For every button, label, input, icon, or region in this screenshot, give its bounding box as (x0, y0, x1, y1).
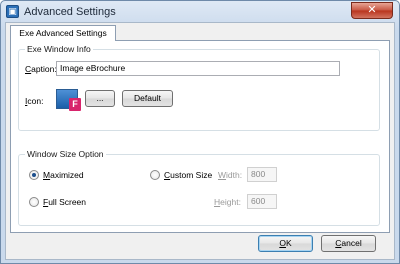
window-size-option-legend: Window Size Option (25, 149, 106, 159)
brochure-icon: F (69, 98, 81, 111)
full-screen-label[interactable]: Full Screen (43, 197, 86, 207)
maximized-radio[interactable] (29, 170, 39, 180)
exe-window-info-legend: Exe Window Info (25, 44, 93, 54)
custom-size-radio[interactable] (150, 170, 160, 180)
window-size-option-group: Window Size Option Maximized Full Screen… (18, 149, 380, 226)
browse-icon-button[interactable]: ... (85, 90, 115, 107)
ok-button[interactable]: OK (258, 235, 313, 252)
icon-label: Icon: (25, 96, 44, 106)
height-input[interactable]: 600 (247, 194, 277, 209)
exe-icon-preview: F (56, 89, 81, 111)
custom-size-label[interactable]: Custom Size (164, 170, 212, 180)
caption-input[interactable]: Image eBrochure (56, 61, 340, 76)
full-screen-radio[interactable] (29, 197, 39, 207)
width-label: Width: (218, 170, 243, 180)
tab-page: Exe Window Info Caption: Image eBrochure… (10, 40, 390, 233)
tab-exe-advanced-settings[interactable]: Exe Advanced Settings (10, 25, 116, 41)
title-bar[interactable]: ▣ Advanced Settings ✕ (1, 1, 399, 23)
close-button[interactable]: ✕ (351, 2, 393, 19)
window-title: Advanced Settings (24, 6, 116, 18)
app-icon: ▣ (6, 5, 19, 18)
exe-window-info-group: Exe Window Info Caption: Image eBrochure… (18, 44, 380, 131)
maximized-label[interactable]: Maximized (43, 170, 84, 180)
advanced-settings-window: ▣ Advanced Settings ✕ Exe Advanced Setti… (0, 0, 400, 264)
height-label: Height: (214, 197, 241, 207)
cancel-button[interactable]: Cancel (321, 235, 376, 252)
width-input[interactable]: 800 (247, 167, 277, 182)
dialog-body: Exe Advanced Settings Exe Window Info Ca… (5, 22, 395, 260)
default-icon-button[interactable]: Default (122, 90, 173, 107)
caption-label: Caption: (25, 64, 57, 74)
